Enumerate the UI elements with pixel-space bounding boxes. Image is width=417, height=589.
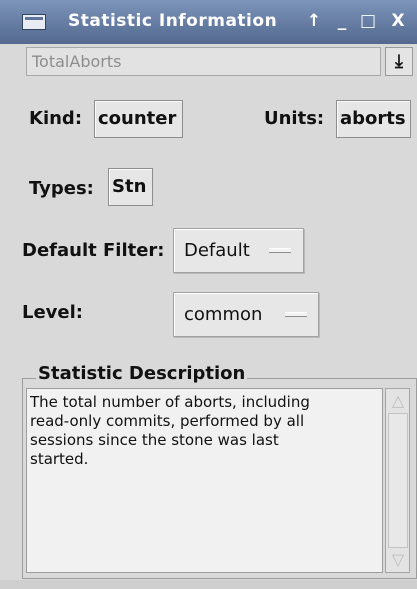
statistic-description-title: Statistic Description xyxy=(36,363,248,384)
title-bar[interactable]: Statistic Information ↑ _ □ X xyxy=(0,0,417,44)
download-arrow-icon[interactable]: ⤓ xyxy=(385,47,413,76)
scroll-down-arrow-icon[interactable]: ▽ xyxy=(387,549,409,571)
window-bottom-edge xyxy=(0,580,417,589)
maximize-button[interactable]: □ xyxy=(358,9,378,33)
description-scrollbar[interactable]: △ ▽ xyxy=(385,388,410,573)
description-text[interactable]: The total number of aborts, including re… xyxy=(26,388,383,573)
level-dropdown[interactable]: common xyxy=(173,292,319,337)
default-filter-dropdown[interactable]: Default xyxy=(173,228,304,273)
default-filter-value: Default xyxy=(184,240,250,261)
default-filter-label: Default Filter: xyxy=(22,240,165,261)
window-title: Statistic Information xyxy=(68,11,278,31)
types-label: Types: xyxy=(29,178,94,199)
scroll-track[interactable] xyxy=(388,413,408,548)
kind-value: counter xyxy=(94,100,183,138)
types-value: Stn xyxy=(108,168,153,206)
scroll-up-arrow-icon[interactable]: △ xyxy=(387,390,409,412)
close-button[interactable]: X xyxy=(388,9,408,33)
dropdown-indicator-icon xyxy=(285,312,307,317)
dropdown-indicator-icon xyxy=(269,248,291,253)
units-value: aborts xyxy=(336,100,411,138)
level-label: Level: xyxy=(22,302,83,323)
window-menu-icon[interactable] xyxy=(22,14,46,30)
level-value: common xyxy=(184,304,263,325)
units-label: Units: xyxy=(264,108,325,129)
kind-label: Kind: xyxy=(29,108,83,129)
statistic-name-field[interactable]: TotalAborts xyxy=(26,47,381,76)
shade-up-icon[interactable]: ↑ xyxy=(304,9,324,33)
minimize-button[interactable]: _ xyxy=(332,9,352,33)
